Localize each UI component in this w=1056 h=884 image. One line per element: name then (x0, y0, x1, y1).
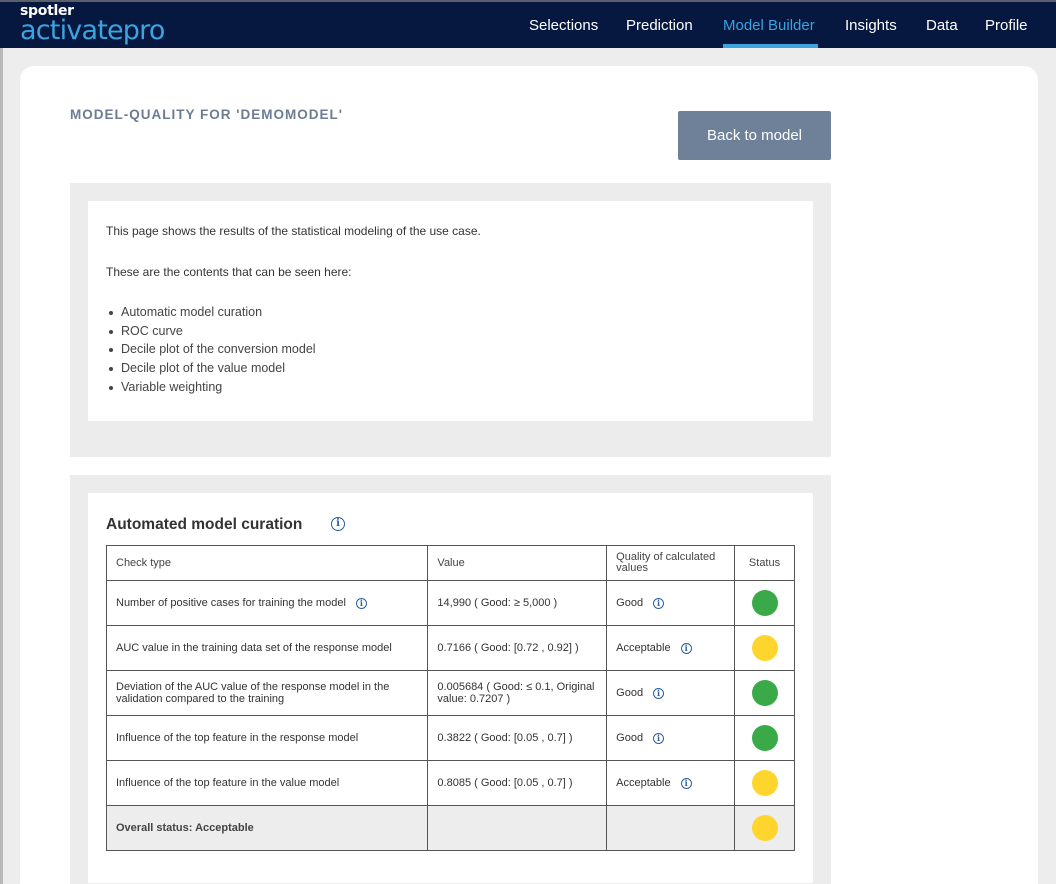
quality-cell: Acceptable i (606, 625, 736, 671)
section-title-curation: Automated model curation (106, 516, 303, 533)
status-cell (734, 625, 795, 671)
quality-cell: Good i (606, 670, 736, 716)
status-cell (734, 670, 795, 716)
list-item: Decile plot of the value model (106, 359, 316, 378)
info-icon[interactable]: i (653, 687, 665, 699)
value-cell: 14,990 ( Good: ≥ 5,000 ) (427, 580, 608, 626)
top-navigation-bar: spotler activatepro Selections Prediction… (0, 0, 1056, 48)
value-cell: 0.3822 ( Good: [0.05 , 0.7] ) (427, 715, 608, 761)
nav-item-data[interactable]: Data (926, 17, 958, 34)
check-type-text: AUC value in the training data set of th… (116, 642, 392, 654)
empty-cell (606, 805, 736, 851)
intro-box: This page shows the results of the stati… (88, 201, 813, 421)
check-type-text: Number of positive cases for training th… (116, 597, 346, 609)
nav-item-selections[interactable]: Selections (529, 17, 598, 34)
status-indicator-yellow (751, 635, 778, 661)
info-icon[interactable]: i (355, 597, 367, 609)
nav-item-model-builder[interactable]: Model Builder (723, 17, 815, 34)
table-row: Number of positive cases for training th… (105, 580, 795, 626)
overall-status-label: Overall status: Acceptable (105, 805, 429, 851)
curation-table-body: Number of positive cases for training th… (105, 580, 795, 851)
quality-label: Acceptable (616, 777, 671, 789)
status-indicator-green (751, 725, 778, 751)
nav-item-insights[interactable]: Insights (845, 17, 897, 34)
status-indicator-yellow (751, 770, 778, 796)
column-header-value: Value (427, 545, 608, 581)
check-type-cell: Deviation of the AUC value of the respon… (105, 670, 429, 716)
column-header-check-type: Check type (105, 545, 429, 581)
page-title: MODEL-QUALITY FOR 'DEMOMODEL' (70, 107, 343, 122)
overall-status-row: Overall status: Acceptable (105, 805, 795, 851)
empty-cell (427, 805, 608, 851)
info-icon[interactable]: i (680, 642, 692, 654)
logo-main-text: activatepro (20, 15, 165, 46)
info-icon[interactable]: i (331, 517, 345, 531)
table-header-row: Check type Value Quality of calculated v… (105, 545, 795, 581)
value-cell: 0.7166 ( Good: [0.72 , 0.92] ) (427, 625, 608, 671)
table-row: AUC value in the training data set of th… (105, 625, 795, 671)
check-type-cell: Influence of the top feature in the valu… (105, 760, 429, 806)
status-cell (734, 760, 795, 806)
list-item: Variable weighting (106, 378, 316, 397)
status-indicator-yellow (751, 815, 778, 841)
info-icon[interactable]: i (680, 777, 692, 789)
nav-item-prediction[interactable]: Prediction (626, 17, 693, 34)
check-type-text: Deviation of the AUC value of the respon… (116, 681, 390, 705)
table-row: Deviation of the AUC value of the respon… (105, 670, 795, 716)
list-item: Automatic model curation (106, 303, 316, 322)
table-row: Influence of the top feature in the valu… (105, 760, 795, 806)
value-cell: 0.005684 ( Good: ≤ 0.1, Original value: … (427, 670, 608, 716)
check-type-cell: Influence of the top feature in the resp… (105, 715, 429, 761)
intro-panel: This page shows the results of the stati… (70, 183, 831, 457)
status-cell (734, 805, 795, 851)
info-icon[interactable]: i (653, 732, 665, 744)
status-indicator-green (751, 590, 778, 616)
column-header-status: Status (734, 545, 795, 581)
intro-bullet-list: Automatic model curation ROC curve Decil… (106, 303, 316, 396)
check-type-text: Influence of the top feature in the valu… (116, 777, 340, 789)
nav-item-profile[interactable]: Profile (985, 17, 1028, 34)
quality-cell: Acceptable i (606, 760, 736, 806)
info-icon[interactable]: i (653, 597, 665, 609)
curation-table: Check type Value Quality of calculated v… (105, 545, 795, 851)
value-cell: 0.8085 ( Good: [0.05 , 0.7] ) (427, 760, 608, 806)
column-header-quality: Quality of calculated values (606, 545, 736, 581)
intro-line-1: This page shows the results of the stati… (106, 224, 481, 238)
list-item: Decile plot of the conversion model (106, 340, 316, 359)
quality-label: Good (616, 597, 644, 609)
active-nav-underline (723, 44, 818, 48)
check-type-cell: AUC value in the training data set of th… (105, 625, 429, 671)
quality-cell: Good i (606, 580, 736, 626)
list-item: ROC curve (106, 322, 316, 341)
check-type-text: Influence of the top feature in the resp… (116, 732, 359, 744)
back-to-model-button[interactable]: Back to model (678, 111, 831, 160)
quality-label: Good (616, 687, 644, 699)
app-logo[interactable]: spotler activatepro (20, 4, 165, 45)
table-row: Influence of the top feature in the resp… (105, 715, 795, 761)
status-indicator-green (751, 680, 778, 706)
check-type-cell: Number of positive cases for training th… (105, 580, 429, 626)
status-cell (734, 580, 795, 626)
quality-label: Acceptable (616, 642, 671, 654)
sidebar-edge (0, 48, 3, 884)
intro-line-2: These are the contents that can be seen … (106, 265, 352, 279)
quality-cell: Good i (606, 715, 736, 761)
quality-label: Good (616, 732, 644, 744)
status-cell (734, 715, 795, 761)
